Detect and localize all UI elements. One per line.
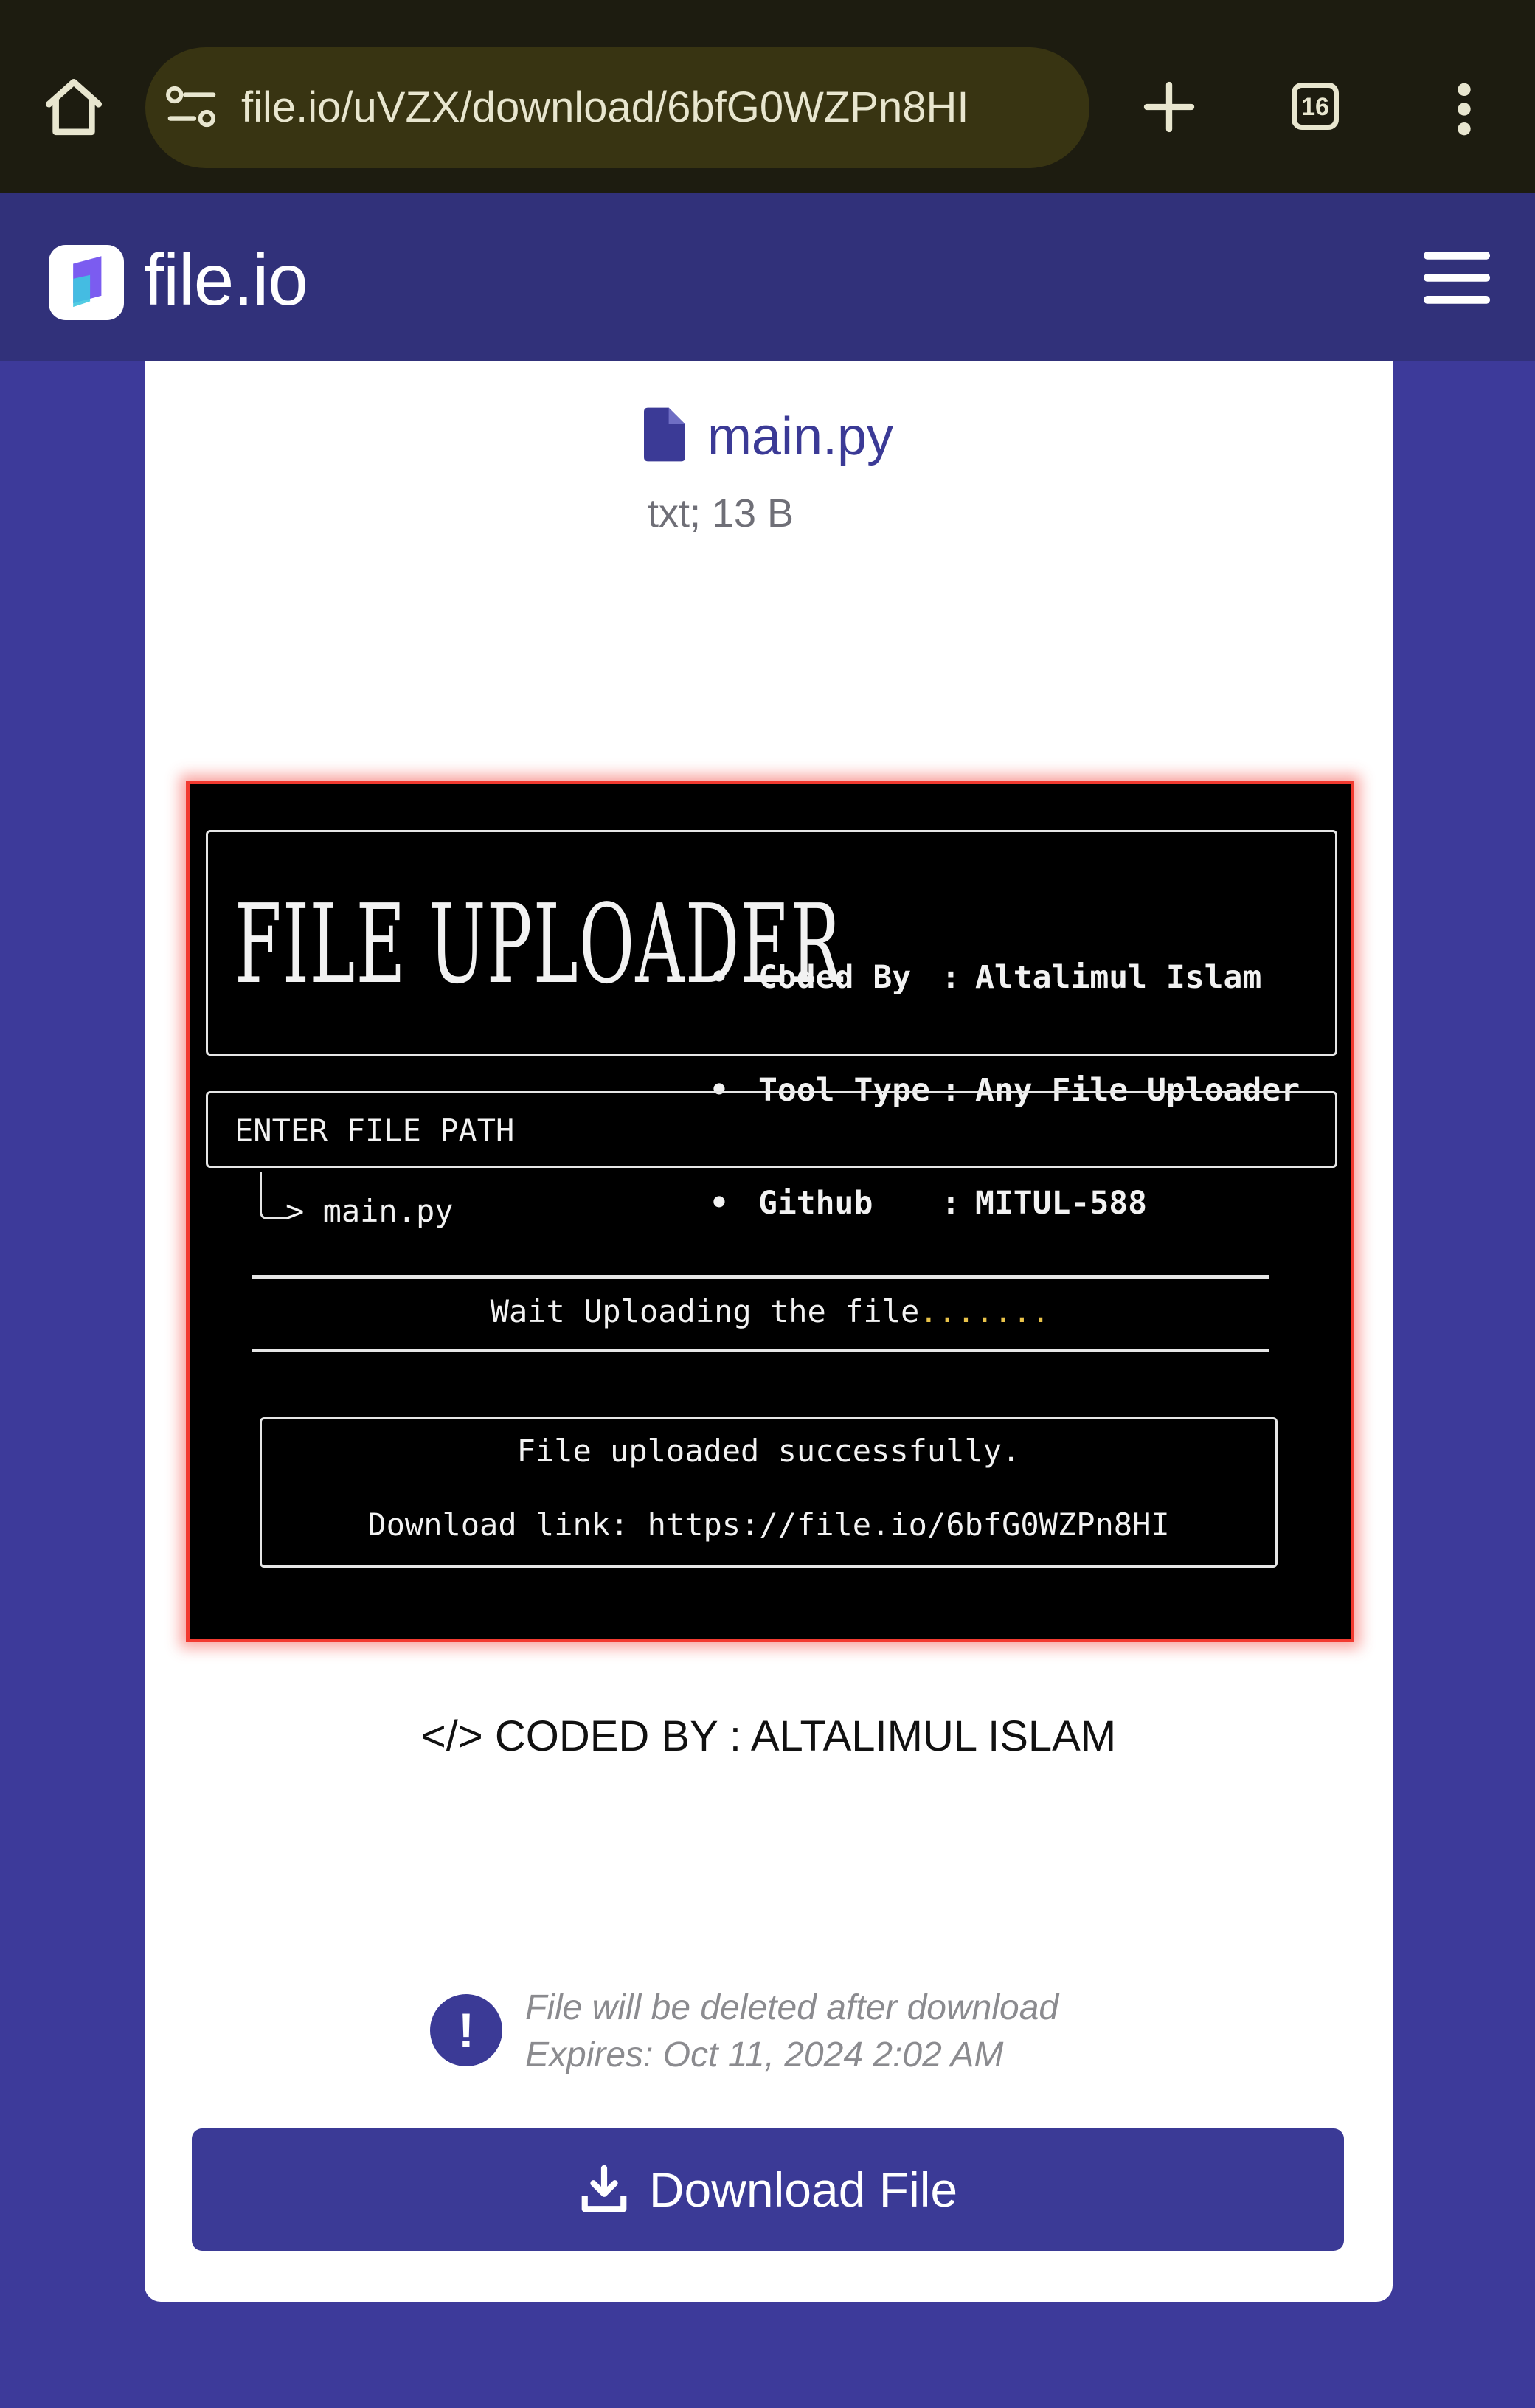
colon: :	[941, 959, 960, 996]
file-download-card: main.py txt; 13 B FILE UPLOADER • Coded …	[145, 361, 1393, 2302]
info-row-github: • Github : MITUL-588	[710, 1185, 1300, 1222]
info-row-coded-by: • Coded By : Altalimul Islam	[710, 959, 1300, 997]
info-alert-icon: !	[430, 1994, 502, 2066]
info-value: MITUL-588	[975, 1185, 1147, 1222]
path-prompt-box: ENTER FILE PATH	[206, 1091, 1337, 1168]
divider-bottom	[252, 1349, 1269, 1352]
expiry-notice: File will be deleted after download Expi…	[525, 1985, 1058, 2079]
url-text[interactable]: file.io/uVZX/download/6bfG0WZPn8HI	[241, 47, 969, 168]
file-name: main.py	[707, 407, 894, 466]
download-button-label: Download File	[648, 2162, 958, 2217]
plus-icon[interactable]	[1140, 77, 1199, 136]
info-key: Github	[758, 1185, 873, 1222]
bullet: •	[710, 959, 729, 996]
file-title: main.py	[145, 406, 1393, 468]
prompt-arrow-line	[260, 1172, 288, 1219]
site-header: file.io	[0, 193, 1535, 361]
banner-box: FILE UPLOADER • Coded By : Altalimul Isl…	[206, 830, 1337, 1222]
download-link-text: Download link: https://file.io/6bfG0WZPn…	[367, 1506, 1170, 1543]
more-vert-icon[interactable]	[1446, 80, 1483, 139]
success-message: File uploaded successfully.	[516, 1433, 1021, 1469]
colon: :	[941, 1185, 960, 1222]
coded-by-caption: </> CODED BY : ALTALIMUL ISLAM	[420, 1712, 1117, 1760]
path-value: > main.py	[285, 1193, 454, 1229]
terminal-preview-image: FILE UPLOADER • Coded By : Altalimul Isl…	[186, 781, 1354, 1642]
tab-switcher-button[interactable]: 16	[1292, 83, 1339, 130]
address-bar[interactable]: file.io/uVZX/download/6bfG0WZPn8HI	[145, 47, 1089, 168]
wait-text: Wait Uploading the file	[490, 1293, 920, 1329]
path-prompt-label: ENTER FILE PATH	[235, 1113, 515, 1149]
wait-dots: .......	[919, 1293, 1050, 1329]
hamburger-menu-icon[interactable]	[1424, 246, 1490, 310]
wait-status: Wait Uploading the file.......	[190, 1293, 1351, 1330]
home-icon[interactable]	[41, 74, 107, 140]
info-value: Altalimul Islam	[975, 959, 1262, 996]
site-settings-icon[interactable]	[166, 84, 218, 131]
bullet: •	[710, 1185, 729, 1222]
file-meta: txt; 13 B	[647, 491, 794, 536]
fileio-logo-icon[interactable]	[49, 245, 124, 320]
browser-toolbar: file.io/uVZX/download/6bfG0WZPn8HI 16	[0, 0, 1535, 193]
download-icon	[581, 2165, 627, 2212]
delete-notice: File will be deleted after download	[525, 1988, 1059, 2027]
result-box: File uploaded successfully. Download lin…	[260, 1417, 1278, 1568]
expires-notice: Expires: Oct 11, 2024 2:02 AM	[525, 2035, 1004, 2075]
info-key: Coded By	[758, 959, 912, 996]
site-logo-text[interactable]: file.io	[144, 232, 308, 328]
download-file-button[interactable]: Download File	[192, 2128, 1344, 2251]
divider-top	[252, 1275, 1269, 1279]
file-icon	[643, 407, 685, 462]
